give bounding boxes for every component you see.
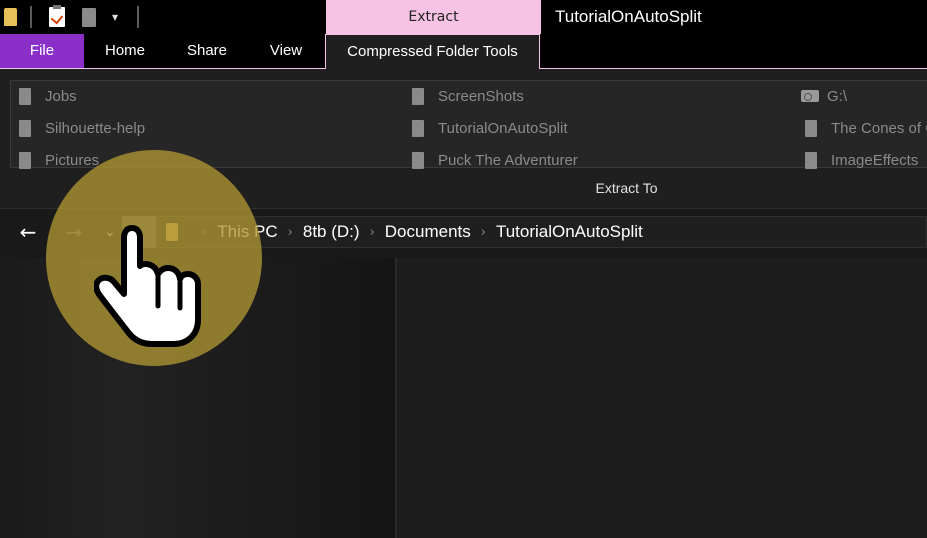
window-title: TutorialOnAutoSplit <box>555 7 702 26</box>
breadcrumb-documents[interactable]: Documents <box>385 222 471 242</box>
folder-icon <box>19 119 31 137</box>
destination-item[interactable]: ImageEffects <box>805 148 918 172</box>
chevron-right-icon[interactable]: › <box>288 225 293 240</box>
folder-icon <box>412 87 424 105</box>
destination-label: TutorialOnAutoSplit <box>438 119 568 137</box>
destination-item[interactable]: Pictures <box>19 148 99 172</box>
folder-icon <box>412 119 424 137</box>
address-bar[interactable]: › This PC › 8tb (D:) › Documents › Tutor… <box>157 216 927 248</box>
tab-compressed-folder-tools[interactable]: Compressed Folder Tools <box>325 34 540 69</box>
drive-icon <box>801 90 819 102</box>
breadcrumb-current-folder[interactable]: TutorialOnAutoSplit <box>496 222 643 242</box>
destination-item[interactable]: Silhouette-help <box>19 116 145 140</box>
toolbar-separator <box>30 6 32 28</box>
destination-item[interactable]: G:\ <box>801 84 848 108</box>
up-one-level-button[interactable] <box>122 216 156 248</box>
folder-icon <box>805 151 817 169</box>
destination-label: Jobs <box>45 87 77 105</box>
destination-label: Pictures <box>45 151 100 169</box>
folder-icon <box>805 119 817 137</box>
destination-item[interactable]: Jobs <box>19 84 77 108</box>
folder-icon <box>19 87 31 105</box>
tab-home[interactable]: Home <box>84 34 166 68</box>
navigation-pane[interactable] <box>0 258 395 538</box>
tab-view[interactable]: View <box>248 34 324 68</box>
destination-item[interactable]: Puck The Adventurer <box>412 148 578 172</box>
breadcrumb-drive[interactable]: 8tb (D:) <box>303 222 360 242</box>
customize-dropdown-icon[interactable]: ▾ <box>112 10 118 24</box>
forward-arrow-icon[interactable]: → <box>60 217 88 247</box>
breadcrumb-this-pc[interactable]: This PC <box>217 222 277 242</box>
recent-locations-chevron-icon[interactable]: ⌄ <box>96 217 124 247</box>
destination-item[interactable]: ScreenShots <box>412 84 524 108</box>
properties-icon[interactable] <box>49 5 65 27</box>
chevron-right-icon[interactable]: › <box>370 225 375 240</box>
tab-file[interactable]: File <box>0 34 84 68</box>
chevron-right-icon[interactable]: › <box>481 225 486 240</box>
destination-label: The Cones of C <box>831 119 927 137</box>
destination-label: ScreenShots <box>438 87 524 105</box>
destination-item[interactable]: The Cones of C <box>805 116 927 140</box>
destination-label: ImageEffects <box>831 151 919 169</box>
file-list-pane[interactable] <box>397 258 927 538</box>
destination-label: Puck The Adventurer <box>438 151 578 169</box>
folder-icon <box>19 151 31 169</box>
context-tab-header: Extract <box>326 0 541 34</box>
back-arrow-icon[interactable]: ← <box>14 217 42 247</box>
extract-to-gallery: Jobs ScreenShots G:\ Silhouette-help Tut… <box>10 80 927 169</box>
extract-to-group-label: Extract To <box>595 180 658 196</box>
destination-item[interactable]: TutorialOnAutoSplit <box>412 116 568 140</box>
new-folder-icon[interactable] <box>82 8 96 27</box>
folder-icon <box>412 151 424 169</box>
chevron-right-icon[interactable]: › <box>202 225 207 240</box>
toolbar-separator <box>137 6 139 28</box>
destination-label: Silhouette-help <box>45 119 146 137</box>
tab-share[interactable]: Share <box>166 34 248 68</box>
folder-icon[interactable] <box>4 8 17 26</box>
destination-label: G:\ <box>827 87 848 105</box>
folder-icon <box>166 223 178 241</box>
